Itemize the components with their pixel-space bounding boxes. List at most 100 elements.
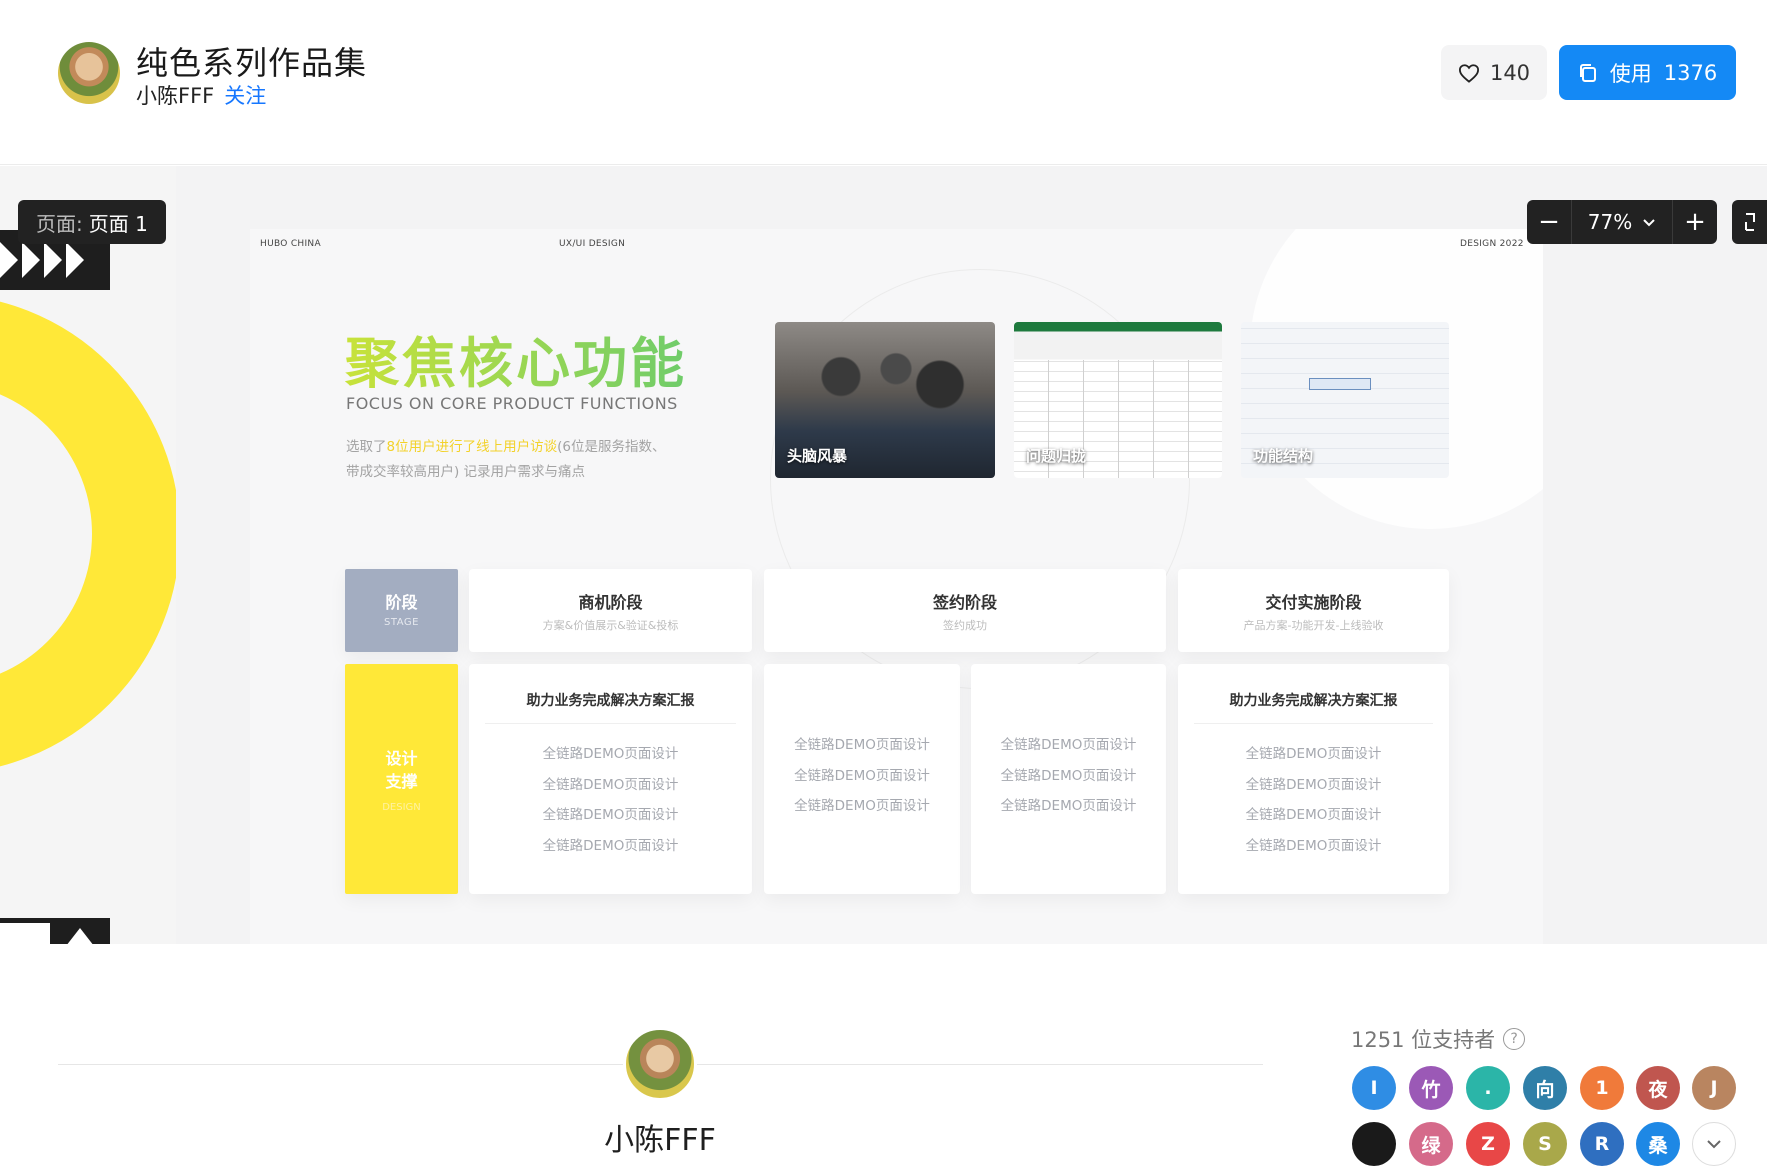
zoom-level-dropdown[interactable]: 77% [1571, 200, 1673, 244]
list-item: 全链路DEMO页面设计 [794, 767, 930, 784]
desc-highlight: 8位用户进行了线上用户访谈 [386, 439, 558, 455]
list-item: 全链路DEMO页面设计 [1000, 798, 1137, 814]
list-item: 全链路DEMO页面设计 [794, 737, 930, 753]
project-header: 纯色系列作品集 小陈FFF 关注 140 使用 1376 [0, 0, 1767, 165]
supporter-avatar[interactable]: R [1580, 1122, 1624, 1166]
mindmap-node [1309, 378, 1371, 390]
author-name[interactable]: 小陈FFF [136, 84, 214, 108]
design-canvas[interactable]: 页面: 页面 1 − 77% + HUBO CHINA UX/UI DESIGN … [0, 166, 1767, 944]
use-label: 使用 [1609, 61, 1652, 86]
photo-caption: 功能结构 [1253, 447, 1314, 465]
slide-brand: HUBO CHINA [260, 239, 321, 249]
supporter-avatar[interactable]: 夜 [1636, 1066, 1680, 1110]
supporter-avatar[interactable]: I [1352, 1066, 1396, 1110]
use-template-button[interactable]: 使用 1376 [1559, 45, 1736, 100]
use-count: 1376 [1663, 60, 1718, 85]
stage-title: 阶段 [385, 593, 418, 612]
slide-year: DESIGN 2022 [1460, 239, 1524, 249]
slide-category: UX/UI DESIGN [559, 239, 626, 249]
card-item-list: 全链路DEMO页面设计 全链路DEMO页面设计 全链路DEMO页面设计 [764, 730, 960, 822]
list-item: 全链路DEMO页面设计 [1000, 767, 1137, 784]
card-title: 助力业务完成解决方案汇报 [485, 690, 736, 724]
card-item-list: 全链路DEMO页面设计 全链路DEMO页面设计 全链路DEMO页面设计 [971, 730, 1166, 822]
author-avatar-large[interactable] [623, 1027, 697, 1101]
list-item: 全链路DEMO页面设计 [1245, 746, 1382, 762]
column-title: 签约阶段 [932, 593, 997, 612]
column-title: 商机阶段 [578, 593, 643, 612]
supporters-count: 1251 位支持者 [1351, 1028, 1496, 1052]
chevron-down-icon [1707, 1140, 1721, 1149]
desc-before: 选取了 [346, 439, 387, 455]
slide-description: 选取了8位用户进行了线上用户访谈(6位是服务指数、带成交率较高用户) 记录用户需… [346, 435, 666, 485]
fullscreen-icon [1745, 213, 1755, 231]
follow-link[interactable]: 关注 [224, 84, 266, 108]
support-card-signing-b: 全链路DEMO页面设计 全链路DEMO页面设计 全链路DEMO页面设计 [971, 664, 1166, 894]
photo-caption: 头脑风暴 [787, 447, 848, 465]
supporter-avatar[interactable]: . [1466, 1066, 1510, 1110]
white-tab-shape [0, 923, 50, 944]
photo-brainstorm: 头脑风暴 [775, 322, 995, 478]
fullscreen-button[interactable] [1732, 200, 1767, 244]
zoom-out-button[interactable]: − [1527, 200, 1571, 244]
slide-subtitle: FOCUS ON CORE PRODUCT FUNCTIONS [346, 394, 678, 413]
yellow-ring-shape [0, 294, 176, 774]
supporters-header: 1251 位支持者 ? [1351, 1024, 1526, 1054]
heart-icon [1458, 63, 1479, 83]
zoom-level: 77% [1587, 210, 1633, 234]
design-support-label: 设计支撑 DESIGN [345, 664, 458, 894]
column-header-signing: 签约阶段 签约成功 [764, 569, 1166, 652]
card-title: 助力业务完成解决方案汇报 [1194, 690, 1433, 724]
supporter-avatar[interactable]: S [1523, 1122, 1567, 1166]
list-item: 全链路DEMO页面设计 [1245, 837, 1382, 854]
list-item: 全链路DEMO页面设计 [1000, 737, 1137, 753]
author-line: 小陈FFF 关注 [136, 80, 266, 110]
card-item-list: 全链路DEMO页面设计 全链路DEMO页面设计 全链路DEMO页面设计 全链路D… [1178, 739, 1449, 861]
supporter-avatar[interactable]: J [1692, 1066, 1736, 1110]
card-item-list: 全链路DEMO页面设计 全链路DEMO页面设计 全链路DEMO页面设计 全链路D… [469, 739, 752, 861]
support-card-delivery: 助力业务完成解决方案汇报 全链路DEMO页面设计 全链路DEMO页面设计 全链路… [1178, 664, 1449, 894]
help-icon[interactable]: ? [1503, 1028, 1526, 1050]
design-line2: 支撑 [385, 772, 418, 791]
list-item: 全链路DEMO页面设计 [542, 837, 679, 854]
supporter-avatar[interactable]: 竹 [1409, 1066, 1453, 1110]
supporter-avatar[interactable]: 绿 [1409, 1122, 1453, 1166]
design-line1: 设计 [385, 749, 418, 768]
author-name-large[interactable]: 小陈FFF [560, 1115, 760, 1159]
more-supporters-button[interactable] [1692, 1122, 1736, 1166]
slide-frame: HUBO CHINA UX/UI DESIGN DESIGN 2022 聚焦核心… [250, 229, 1543, 944]
photo-caption: 问题归拢 [1026, 447, 1087, 465]
column-header-opportunity: 商机阶段 方案&价值展示&验证&投标 [469, 569, 752, 652]
like-count: 140 [1489, 60, 1531, 85]
stage-header: 阶段 STAGE [345, 569, 458, 652]
column-title: 交付实施阶段 [1265, 593, 1362, 612]
column-subtitle: 签约成功 [943, 619, 987, 632]
list-item: 全链路DEMO页面设计 [1245, 776, 1382, 793]
supporter-avatar[interactable]: Z [1466, 1122, 1510, 1166]
support-card-signing-a: 全链路DEMO页面设计 全链路DEMO页面设计 全链路DEMO页面设计 [764, 664, 960, 894]
page-name: 页面 1 [88, 211, 148, 236]
design-support-text: 设计 支撑 [345, 747, 458, 793]
page-selector[interactable]: 页面: 页面 1 [18, 200, 166, 244]
supporter-avatar[interactable]: 1 [1580, 1066, 1624, 1110]
photo-spreadsheet: 问题归拢 [1014, 322, 1222, 478]
supporter-avatar[interactable]: 向 [1523, 1066, 1567, 1110]
copy-icon [1579, 63, 1596, 82]
design-en: DESIGN [382, 802, 421, 813]
zoom-in-button[interactable]: + [1673, 200, 1717, 244]
chevron-down-icon [1643, 219, 1655, 227]
like-button[interactable]: 140 [1441, 45, 1547, 100]
supporter-avatar[interactable]: 桑 [1636, 1122, 1680, 1166]
slide-title: 聚焦核心功能 [345, 319, 687, 398]
page-label-prefix: 页面: [36, 211, 83, 236]
project-title: 纯色系列作品集 [136, 44, 368, 82]
list-item: 全链路DEMO页面设计 [1245, 807, 1382, 823]
support-card-opportunity: 助力业务完成解决方案汇报 全链路DEMO页面设计 全链路DEMO页面设计 全链路… [469, 664, 752, 894]
photo-mindmap: 功能结构 [1241, 322, 1449, 478]
column-subtitle: 产品方案-功能开发-上线验收 [1243, 619, 1384, 632]
list-item: 全链路DEMO页面设计 [542, 807, 679, 823]
author-avatar[interactable] [58, 42, 120, 104]
list-item: 全链路DEMO页面设计 [794, 798, 930, 814]
list-item: 全链路DEMO页面设计 [542, 746, 679, 762]
list-item: 全链路DEMO页面设计 [542, 776, 679, 793]
supporter-avatar[interactable] [1352, 1122, 1396, 1166]
